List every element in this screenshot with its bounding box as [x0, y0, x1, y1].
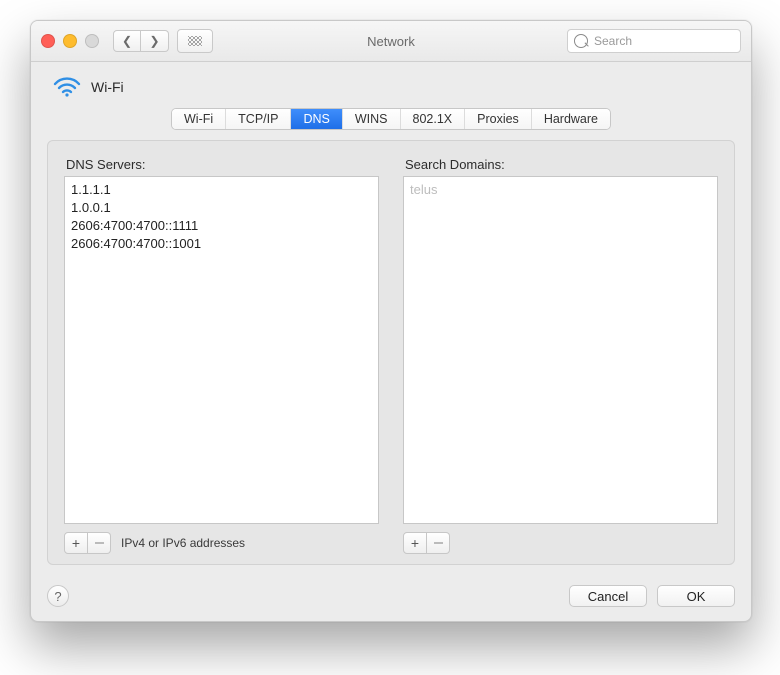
network-preferences-window: ❮ ❯ Network — [30, 20, 752, 622]
dns-servers-column: DNS Servers: 1.1.1.11.0.0.12606:4700:470… — [64, 157, 379, 554]
nav-button-group: ❮ ❯ — [113, 30, 169, 52]
dialog-footer: ? Cancel OK — [31, 577, 751, 621]
dns-server-add-button[interactable]: + — [64, 532, 88, 554]
tab-hardware[interactable]: Hardware — [532, 109, 610, 129]
search-domains-add-remove: + — [403, 532, 450, 554]
dns-server-remove-button[interactable] — [88, 532, 111, 554]
search-domain-placeholder: telus — [410, 181, 711, 199]
traffic-lights — [41, 34, 99, 48]
dns-server-item[interactable]: 2606:4700:4700::1001 — [71, 235, 372, 253]
search-domain-add-button[interactable]: + — [403, 532, 427, 554]
settings-tabbar: Wi-Fi TCP/IP DNS WINS 802.1X Proxies Har… — [171, 108, 611, 130]
grid-icon — [188, 36, 202, 46]
tab-wifi[interactable]: Wi-Fi — [172, 109, 226, 129]
tab-wins[interactable]: WINS — [343, 109, 401, 129]
search-domain-remove-button[interactable] — [427, 532, 450, 554]
show-all-button[interactable] — [177, 29, 213, 53]
dns-servers-hint: IPv4 or IPv6 addresses — [121, 536, 245, 550]
search-input[interactable] — [592, 33, 734, 49]
help-button[interactable]: ? — [47, 585, 69, 607]
search-icon — [574, 34, 588, 48]
dns-servers-add-remove: + — [64, 532, 111, 554]
chevron-left-icon: ❮ — [122, 34, 132, 48]
wifi-icon — [53, 76, 81, 98]
interface-header: Wi-Fi — [31, 62, 751, 106]
dns-server-item[interactable]: 1.0.0.1 — [71, 199, 372, 217]
minimize-window-button[interactable] — [63, 34, 77, 48]
search-domains-list[interactable]: telus — [403, 176, 718, 524]
dns-server-item[interactable]: 2606:4700:4700::1111 — [71, 217, 372, 235]
cancel-button[interactable]: Cancel — [569, 585, 647, 607]
forward-button[interactable]: ❯ — [141, 30, 169, 52]
back-button[interactable]: ❮ — [113, 30, 141, 52]
tab-8021x[interactable]: 802.1X — [401, 109, 466, 129]
titlebar: ❮ ❯ Network — [31, 21, 751, 62]
tab-proxies[interactable]: Proxies — [465, 109, 532, 129]
tab-tcpip[interactable]: TCP/IP — [226, 109, 291, 129]
search-field[interactable] — [567, 29, 741, 53]
ok-button[interactable]: OK — [657, 585, 735, 607]
close-window-button[interactable] — [41, 34, 55, 48]
minus-icon — [434, 542, 443, 544]
minus-icon — [95, 542, 104, 544]
dns-servers-label: DNS Servers: — [66, 157, 379, 172]
dns-server-item[interactable]: 1.1.1.1 — [71, 181, 372, 199]
chevron-right-icon: ❯ — [149, 34, 159, 48]
tab-dns[interactable]: DNS — [291, 109, 342, 129]
search-domains-label: Search Domains: — [405, 157, 718, 172]
dns-panel: DNS Servers: 1.1.1.11.0.0.12606:4700:470… — [47, 140, 735, 565]
dns-servers-list[interactable]: 1.1.1.11.0.0.12606:4700:4700::11112606:4… — [64, 176, 379, 524]
search-domains-column: Search Domains: telus + — [403, 157, 718, 554]
interface-name: Wi-Fi — [91, 79, 124, 95]
zoom-window-button[interactable] — [85, 34, 99, 48]
